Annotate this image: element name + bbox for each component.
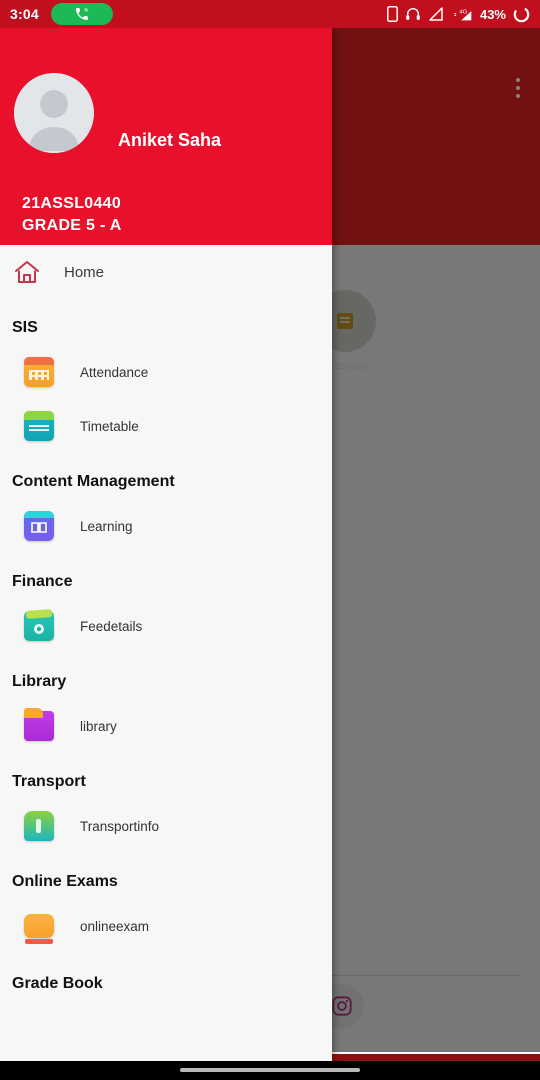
- sidebar-item-timetable[interactable]: Timetable: [0, 399, 332, 453]
- drawer-scrim-top[interactable]: [332, 28, 540, 245]
- system-navigation-bar: [0, 1061, 540, 1080]
- sidebar-item-library[interactable]: library: [0, 699, 332, 753]
- monitor-icon: [24, 914, 54, 944]
- sidebar-item-label: Home: [64, 263, 105, 281]
- section-title-transport: Transport: [12, 773, 86, 790]
- folder-icon: [24, 708, 54, 741]
- section-title-grade-book: Grade Book: [12, 975, 103, 992]
- sidebar-item-label: Learning: [80, 518, 133, 534]
- open-book-icon: [24, 511, 54, 541]
- network-4g-icon: 4G: [451, 7, 473, 22]
- signal-triangle-icon: [428, 7, 444, 21]
- sim-card-icon: [387, 6, 398, 22]
- timetable-card-icon: [24, 411, 54, 441]
- phone-call-icon[interactable]: [50, 3, 113, 25]
- calendar-icon: [24, 357, 54, 387]
- banknote-icon: [24, 611, 54, 641]
- section-title-library: Library: [12, 673, 67, 690]
- sidebar-item-label: Timetable: [80, 418, 139, 434]
- phone-screen: classdiary: [0, 0, 540, 1080]
- status-bar: 3:04 4G 43%: [0, 0, 540, 28]
- svg-text:4G: 4G: [459, 9, 467, 15]
- status-bar-icons: 4G 43%: [387, 6, 530, 23]
- sidebar-item-attendance[interactable]: Attendance: [0, 345, 332, 399]
- sidebar-item-label: library: [80, 718, 117, 734]
- sidebar-item-learning[interactable]: Learning: [0, 499, 332, 553]
- navigation-drawer: Aniket Saha 21ASSL0440 GRADE 5 - A Home …: [0, 28, 332, 1061]
- section-title-sis: SIS: [12, 319, 38, 336]
- profile-name: Aniket Saha: [118, 130, 222, 150]
- bus-icon: [24, 811, 54, 841]
- section-title-online-exams: Online Exams: [12, 873, 118, 890]
- sidebar-item-label: Feedetails: [80, 618, 143, 634]
- battery-circle-icon: [513, 6, 530, 23]
- avatar[interactable]: [14, 73, 94, 153]
- profile-student-id: 21ASSL0440: [22, 195, 122, 212]
- sidebar-item-onlineexam[interactable]: onlineexam: [0, 899, 332, 953]
- headphones-icon: [405, 6, 421, 22]
- gesture-pill[interactable]: [180, 1068, 360, 1072]
- drawer-header: Aniket Saha 21ASSL0440 GRADE 5 - A: [0, 28, 332, 245]
- profile-grade: GRADE 5 - A: [22, 217, 122, 234]
- sidebar-item-label: Attendance: [80, 364, 149, 380]
- status-bar-clock: 3:04: [10, 6, 39, 22]
- battery-percent-label: 43%: [479, 6, 506, 22]
- sidebar-item-feedetails[interactable]: Feedetails: [0, 599, 332, 653]
- sidebar-item-label: onlineexam: [80, 918, 150, 934]
- drawer-menu-list: Home SIS Attendance Timetable Content Ma…: [0, 245, 332, 1061]
- sidebar-item-label: Transportinfo: [80, 818, 160, 834]
- section-title-finance: Finance: [12, 573, 73, 590]
- sidebar-item-transportinfo[interactable]: Transportinfo: [0, 799, 332, 853]
- home-icon: [12, 257, 42, 287]
- sidebar-item-home[interactable]: Home: [0, 245, 332, 299]
- section-title-content-management: Content Management: [12, 473, 175, 490]
